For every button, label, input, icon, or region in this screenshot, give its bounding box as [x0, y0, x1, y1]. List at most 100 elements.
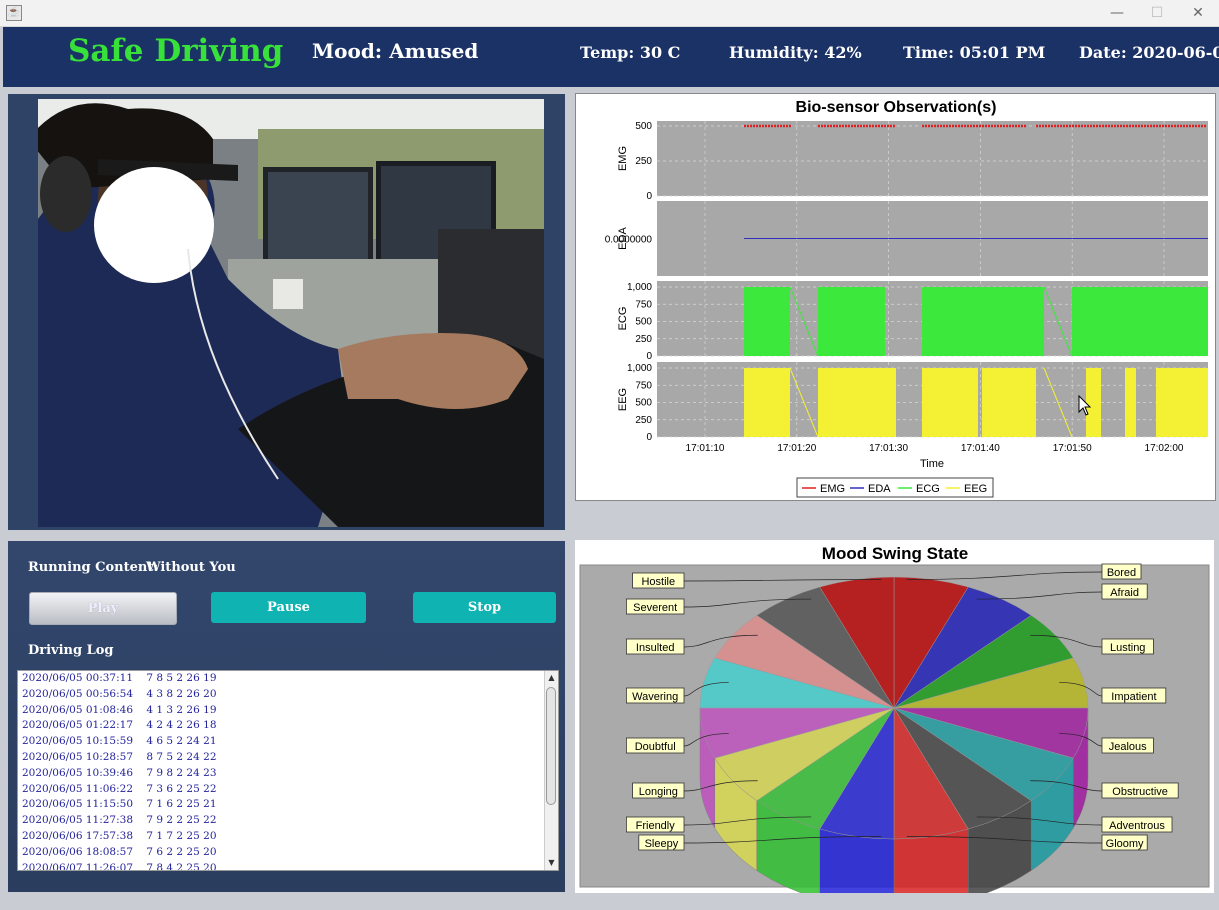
play-button[interactable]: Play [29, 592, 177, 625]
series-band-ecg [818, 287, 885, 356]
pause-button[interactable]: Pause [211, 592, 366, 623]
y-tick-label: 500 [635, 317, 652, 328]
series-band-eeg [818, 368, 896, 437]
series-band-eeg [982, 368, 1036, 437]
log-row[interactable]: 2020/06/05 11:27:38 7 9 2 2 25 22 [18, 813, 558, 829]
y-axis-label-eeg: EEG [617, 388, 629, 411]
log-row[interactable]: 2020/06/05 01:22:17 4 2 4 2 26 18 [18, 718, 558, 734]
window-titlebar: ☕ — ☐ ✕ [0, 0, 1219, 27]
log-scrollbar[interactable]: ▲ ▼ [544, 671, 558, 870]
close-button[interactable]: ✕ [1180, 3, 1216, 23]
x-tick-label: 17:01:40 [961, 443, 1000, 454]
y-tick-label: 0 [646, 432, 652, 443]
app-brand: Safe Driving [68, 33, 284, 69]
pie-label-adventrous: Adventrous [1109, 820, 1165, 832]
y-tick-label: 250 [635, 156, 652, 167]
x-tick-label: 17:01:20 [777, 443, 816, 454]
series-band-ecg [744, 287, 790, 356]
chart-title: Bio-sensor Observation(s) [796, 99, 997, 116]
mood-label: Mood: Amused [312, 39, 479, 63]
x-tick-label: 17:01:30 [869, 443, 908, 454]
date-label: Date: 2020-06-08 [1079, 43, 1219, 62]
driving-log-list[interactable]: 2020/06/05 00:37:11 7 8 5 2 26 19 2020/06… [17, 670, 559, 871]
log-row[interactable]: 2020/06/05 00:56:54 4 3 8 2 26 20 [18, 687, 558, 703]
driver-camera-feed [38, 99, 544, 527]
log-row[interactable]: 2020/06/05 10:28:57 8 7 5 2 24 22 [18, 750, 558, 766]
log-row[interactable]: 2020/06/05 11:06:22 7 3 6 2 25 22 [18, 782, 558, 798]
y-tick-label: 500 [635, 121, 652, 132]
pie-label-jealous: Jealous [1109, 741, 1147, 753]
y-tick-label: 1,000 [627, 363, 652, 374]
log-row[interactable]: 2020/06/05 00:37:11 7 8 5 2 26 19 [18, 671, 558, 687]
log-row[interactable]: 2020/06/05 10:15:59 4 6 5 2 24 21 [18, 734, 558, 750]
biosensor-chart: Bio-sensor Observation(s) EMG 500 250 0 EDA 0.… [605, 99, 1208, 498]
x-axis-label: Time [920, 458, 944, 470]
y-tick-label: 1,000 [627, 282, 652, 293]
pie-label-bored: Bored [1107, 567, 1136, 579]
pie-label-lusting: Lusting [1110, 642, 1145, 654]
legend-item-ecg: ECG [916, 483, 940, 495]
pie-label-severent: Severent [633, 602, 677, 614]
mood-chart-panel: Mood Swing State Bored Afraid Lusting Impati… [575, 540, 1214, 910]
y-tick-label: 0 [646, 351, 652, 362]
pie-label-friendly: Friendly [636, 820, 676, 832]
pie-label-obstructive: Obstructive [1112, 786, 1168, 798]
series-band-ecg [922, 287, 1044, 356]
y-tick-label: 0.0000000 [605, 235, 653, 246]
y-axis-label-emg: EMG [617, 146, 629, 171]
pie-label-impatient: Impatient [1111, 691, 1156, 703]
biosensor-chart-panel: Bio-sensor Observation(s) EMG 500 250 0 EDA 0.… [575, 93, 1216, 501]
running-content-value: Without You [146, 560, 236, 575]
running-content-label: Running Content: [28, 560, 159, 575]
log-row[interactable]: 2020/06/05 01:08:46 4 1 3 2 26 19 [18, 703, 558, 719]
scroll-down-arrow-icon[interactable]: ▼ [545, 856, 558, 870]
temperature-label: Temp: 30 C [580, 43, 681, 62]
scroll-thumb[interactable] [546, 687, 556, 805]
y-tick-label: 750 [635, 299, 652, 310]
scroll-up-arrow-icon[interactable]: ▲ [545, 671, 558, 685]
legend-item-emg: EMG [820, 483, 845, 495]
pie-label-sleepy: Sleepy [645, 838, 679, 850]
plot-area-emg [657, 121, 1208, 196]
series-band-ecg [1072, 287, 1208, 356]
series-band-eeg [922, 368, 978, 437]
status-header: Safe Driving Mood: Amused Temp: 30 C Hum… [3, 27, 1219, 87]
legend-item-eda: EDA [868, 483, 891, 495]
pie-label-wavering: Wavering [632, 691, 678, 703]
log-row[interactable]: 2020/06/07 11:26:07 7 8 4 2 25 20 [18, 861, 558, 870]
y-tick-label: 500 [635, 398, 652, 409]
chart-title: Mood Swing State [822, 544, 968, 563]
y-tick-label: 250 [635, 334, 652, 345]
log-row[interactable]: 2020/06/06 17:57:38 7 1 7 2 25 20 [18, 829, 558, 845]
java-app-icon: ☕ [6, 5, 22, 21]
legend-item-eeg: EEG [964, 483, 987, 495]
y-tick-label: 750 [635, 380, 652, 391]
pie-label-longing: Longing [639, 786, 678, 798]
driving-log-label: Driving Log [28, 643, 114, 658]
y-tick-label: 0 [646, 191, 652, 202]
pie-label-hostile: Hostile [641, 576, 675, 588]
x-tick-label: 17:02:00 [1145, 443, 1184, 454]
control-panel: Running Content: Without You Play Pause … [8, 541, 565, 892]
humidity-label: Humidity: 42% [729, 43, 862, 62]
pie-label-insulted: Insulted [636, 642, 675, 654]
pie-label-afraid: Afraid [1110, 587, 1139, 599]
y-axis-label-ecg: ECG [617, 307, 629, 331]
x-tick-label: 17:01:10 [686, 443, 725, 454]
camera-panel [8, 94, 565, 530]
time-label: Time: 05:01 PM [903, 43, 1046, 62]
maximize-button[interactable]: ☐ [1139, 3, 1175, 23]
log-row[interactable]: 2020/06/05 10:39:46 7 9 8 2 24 23 [18, 766, 558, 782]
log-row[interactable]: 2020/06/06 18:08:57 7 6 2 2 25 20 [18, 845, 558, 861]
y-tick-label: 250 [635, 415, 652, 426]
x-tick-label: 17:01:50 [1053, 443, 1092, 454]
minimize-button[interactable]: — [1099, 3, 1135, 23]
pie-label-gloomy: Gloomy [1106, 838, 1144, 850]
series-band-eeg [1086, 368, 1101, 437]
log-row[interactable]: 2020/06/05 11:15:50 7 1 6 2 25 21 [18, 797, 558, 813]
series-band-eeg [1156, 368, 1208, 437]
stop-button[interactable]: Stop [413, 592, 556, 623]
pie-label-doubtful: Doubtful [635, 741, 676, 753]
series-band-eeg [744, 368, 790, 437]
series-band-eeg [1125, 368, 1136, 437]
